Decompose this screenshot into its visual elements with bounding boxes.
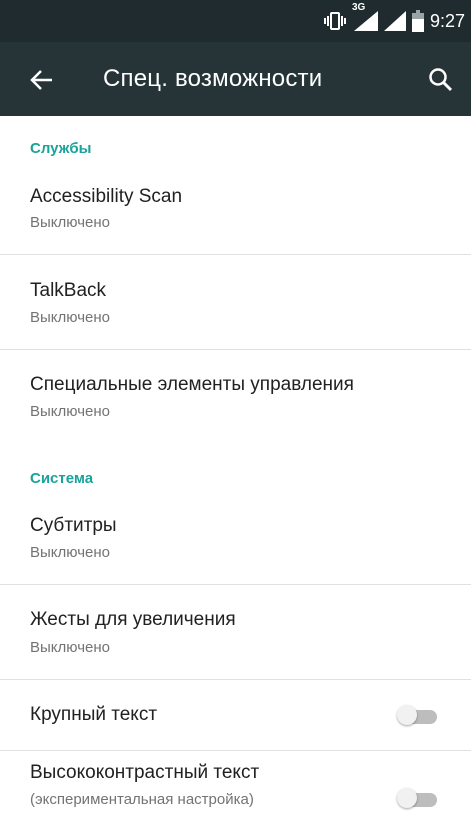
item-subtitle: Выключено: [30, 544, 110, 561]
signal-icon: 3G: [352, 2, 378, 31]
item-title: TalkBack: [30, 280, 107, 301]
list-item-talkback[interactable]: TalkBack Выключено: [0, 255, 471, 349]
app-toolbar: Спец. возможности: [0, 42, 471, 116]
status-icons: 3G 9:27: [323, 0, 465, 42]
item-subtitle: Выключено: [30, 639, 110, 656]
item-subtitle: Выключено: [30, 214, 110, 231]
battery-icon: [411, 10, 424, 32]
network-type-label: 3G: [351, 2, 366, 13]
toggle-thumb: [397, 788, 417, 808]
item-title: Крупный текст: [30, 704, 158, 725]
item-title: Специальные элементы управления: [30, 374, 354, 395]
list-item-subtitles[interactable]: Субтитры Выключено: [0, 498, 471, 584]
page-title: Спец. возможности: [103, 65, 323, 92]
toggle-thumb: [397, 705, 417, 725]
item-title: Субтитры: [30, 515, 117, 536]
list-item-accessibility-scan[interactable]: Accessibility Scan Выключено: [0, 168, 471, 254]
high-contrast-text-toggle[interactable]: [397, 786, 441, 810]
status-bar: 3G 9:27: [0, 0, 471, 42]
item-title: Высококонтрастный текст: [30, 762, 260, 783]
item-title: Жесты для увеличения: [30, 609, 236, 630]
signal-icon-2: [383, 11, 406, 31]
list-item-magnification-gestures[interactable]: Жесты для увеличения Выключено: [0, 585, 471, 679]
list-item-special-controls[interactable]: Специальные элементы управления Выключен…: [0, 350, 471, 444]
settings-list: Службы Accessibility Scan Выключено Talk…: [0, 116, 471, 830]
screen: 3G 9:27 Спец. возможности Службы Accessi…: [0, 0, 471, 830]
section-header-services: Службы: [30, 140, 92, 157]
item-title: Accessibility Scan: [30, 186, 183, 207]
large-text-toggle[interactable]: [397, 703, 441, 727]
section-header-system: Система: [30, 470, 94, 487]
search-icon[interactable]: [421, 60, 461, 100]
list-item-large-text[interactable]: Крупный текст: [0, 680, 471, 750]
clock: 9:27: [429, 10, 465, 31]
arrow-back-icon[interactable]: [22, 60, 62, 100]
item-subtitle: Выключено: [30, 403, 110, 420]
item-subtitle: Выключено: [30, 309, 110, 326]
list-item-high-contrast-text[interactable]: Высококонтрастный текст (экспериментальн…: [0, 751, 471, 830]
item-subtitle: (экспериментальная настройка): [30, 791, 254, 808]
vibrate-icon: [323, 11, 346, 31]
